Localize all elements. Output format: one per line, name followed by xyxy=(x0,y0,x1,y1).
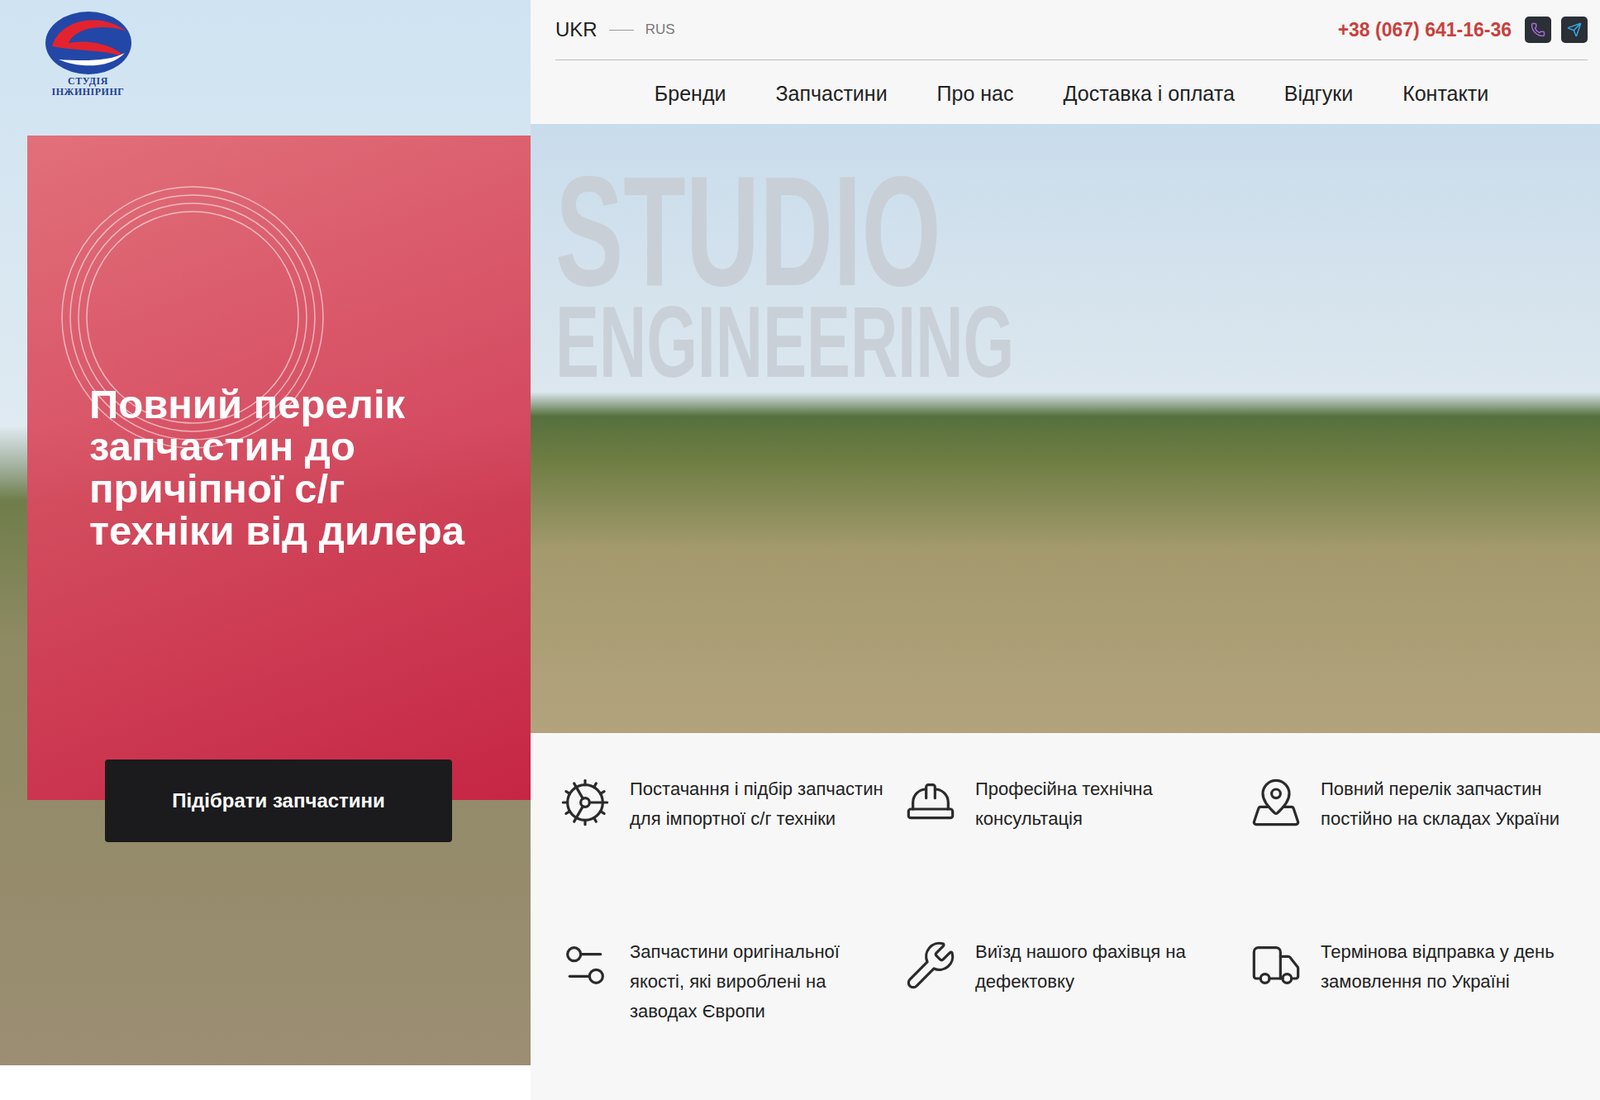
feature-text: Запчастини оригінальної якості, які виро… xyxy=(629,937,901,1027)
feature-text: Термінова відправка у день замовлення по… xyxy=(1320,937,1592,997)
watermark: STUDIOENGINEERING xyxy=(555,163,1015,386)
hero-panel: Повний перелік запчастин до причіпної с/… xyxy=(27,135,531,800)
nav-item[interactable]: Запчастини xyxy=(775,81,887,106)
feature-text: Постачання і підбір запчастин для імпорт… xyxy=(629,774,901,834)
feature: Термінова відправка у день замовлення по… xyxy=(1246,937,1592,1100)
logo-line: ІНЖИНІРИНГ xyxy=(52,86,125,98)
feature-text: Повний перелік запчастин постійно на скл… xyxy=(1320,774,1592,834)
feature: Виїзд нашого фахівця на дефектовку xyxy=(900,937,1247,1100)
map-icon xyxy=(1249,776,1303,829)
viber-button[interactable] xyxy=(1524,16,1552,43)
telegram-button[interactable] xyxy=(1561,16,1588,43)
main-nav: Бренди Запчастини Про нас Доставка і оплата… xyxy=(555,60,1588,124)
consult-icon xyxy=(904,776,958,829)
nav-item[interactable]: Про нас xyxy=(937,81,1015,106)
features: Постачання і підбір запчастин для імпорт… xyxy=(530,733,1600,1100)
watermark-line: ENGINEERING xyxy=(555,299,1015,386)
feature: Професійна технічна консультація xyxy=(900,774,1247,938)
header: UKR RUS +38 (067) 641-16-36 Бренди Запчастин… xyxy=(530,0,1600,124)
feature-text: Виїзд нашого фахівця на дефектовку xyxy=(975,937,1247,997)
logo-line: СТУДІЯ xyxy=(67,76,109,87)
nav-item[interactable]: Контакти xyxy=(1402,81,1489,106)
gears-icon xyxy=(558,938,612,992)
feature: Повний перелік запчастин постійно на скл… xyxy=(1246,774,1592,938)
contacts: +38 (067) 641-16-36 xyxy=(1338,16,1588,43)
phone-link[interactable]: +38 (067) 641-16-36 xyxy=(1338,19,1512,42)
page: СТУДІЯІНЖИНІРИНГ Повний перелік запчастин… xyxy=(0,0,1600,1100)
viber-icon xyxy=(1530,22,1546,38)
hero-heading: Повний перелік запчастин до причіпної с/… xyxy=(89,383,478,553)
language-divider xyxy=(609,29,634,31)
language-option[interactable]: RUS xyxy=(645,21,676,39)
hero-photo: STUDIOENGINEERING xyxy=(530,123,1600,734)
pick-parts-button[interactable]: Підібрати запчастини xyxy=(104,759,453,843)
telegram-icon xyxy=(1566,22,1582,38)
nav-item[interactable]: Бренди xyxy=(654,81,727,106)
feature-text: Професійна технічна консультація xyxy=(975,774,1247,834)
feature: Постачання і підбір запчастин для імпорт… xyxy=(555,774,901,938)
main-column: UKR RUS +38 (067) 641-16-36 Бренди Запчастин… xyxy=(530,0,1600,1100)
truck-icon xyxy=(1249,938,1303,992)
hero-photo-left: СТУДІЯІНЖИНІРИНГ Повний перелік запчастин… xyxy=(0,0,531,1066)
watermark-line: STUDIO xyxy=(555,163,1015,299)
parts-icon xyxy=(558,776,612,829)
logo[interactable]: СТУДІЯІНЖИНІРИНГ xyxy=(0,0,137,136)
language-option[interactable]: UKR xyxy=(555,18,598,42)
feature: Запчастини оригінальної якості, які виро… xyxy=(555,937,901,1100)
master-icon xyxy=(904,938,958,992)
language-switch: UKR RUS xyxy=(555,18,676,42)
nav-item[interactable]: Відгуки xyxy=(1284,81,1353,106)
logo-icon xyxy=(43,9,134,77)
nav-item[interactable]: Доставка і оплата xyxy=(1063,81,1235,106)
top-bar: UKR RUS +38 (067) 641-16-36 xyxy=(555,0,1588,61)
